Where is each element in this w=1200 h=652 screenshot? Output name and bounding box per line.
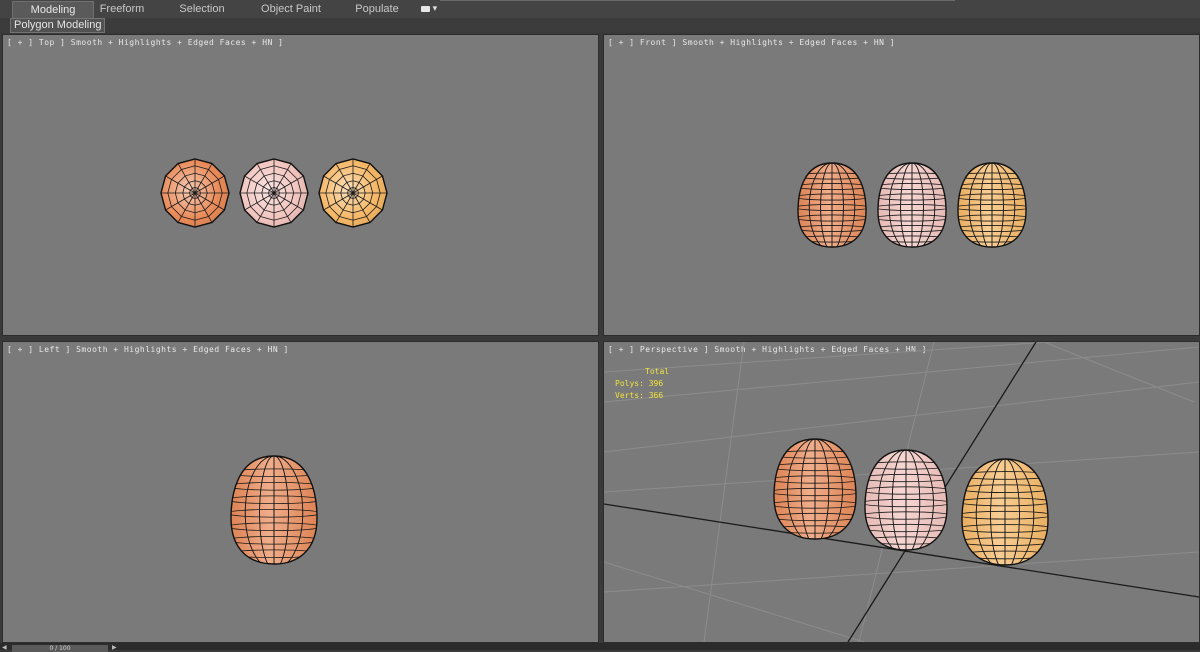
egg-yellow-top[interactable] bbox=[319, 159, 387, 227]
left-view-canvas bbox=[3, 342, 598, 642]
egg-orange-top[interactable] bbox=[161, 159, 229, 227]
egg-orange-persp[interactable] bbox=[770, 439, 860, 544]
egg-pink-persp[interactable] bbox=[861, 450, 951, 555]
ribbon-subbar: Polygon Modeling bbox=[0, 18, 1200, 32]
tab-freeform[interactable]: Freeform bbox=[92, 1, 152, 17]
egg-orange-left[interactable] bbox=[227, 456, 322, 569]
perspective-view-canvas bbox=[604, 342, 1199, 642]
egg-pink-top[interactable] bbox=[240, 159, 308, 227]
time-slider-track[interactable]: ◀ 0 / 100 ▶ bbox=[0, 643, 1200, 650]
top-view-canvas bbox=[3, 35, 598, 335]
egg-yellow-persp[interactable] bbox=[958, 459, 1053, 570]
stats-header: Total bbox=[615, 366, 669, 378]
viewport-left[interactable]: [ + ] Left ] Smooth + Highlights + Edged… bbox=[2, 341, 599, 643]
ribbon-bar: Modeling Freeform Selection Object Paint… bbox=[0, 0, 1200, 19]
viewport-top[interactable]: [ + ] Top ] Smooth + Highlights + Edged … bbox=[2, 34, 599, 336]
ribbon-divider bbox=[440, 0, 955, 1]
egg-orange-front[interactable] bbox=[795, 163, 870, 251]
tab-selection[interactable]: Selection bbox=[172, 1, 232, 17]
stats-polys: Polys: 396 bbox=[615, 378, 669, 390]
stats-verts: Verts: 366 bbox=[615, 390, 669, 402]
viewport-perspective[interactable]: [ + ] Perspective ] Smooth + Highlights … bbox=[603, 341, 1200, 643]
egg-yellow-front[interactable] bbox=[955, 163, 1030, 251]
front-view-canvas bbox=[604, 35, 1199, 335]
egg-pink-front[interactable] bbox=[875, 163, 950, 251]
tab-populate[interactable]: Populate bbox=[350, 1, 404, 17]
time-slider[interactable]: 0 / 100 bbox=[12, 645, 108, 652]
options-dropdown-icon[interactable]: ▾ bbox=[418, 2, 440, 16]
tab-modeling[interactable]: Modeling bbox=[12, 1, 94, 18]
scene-statistics: Total Polys: 396 Verts: 366 bbox=[615, 366, 669, 402]
viewport-front[interactable]: [ + ] Front ] Smooth + Highlights + Edge… bbox=[603, 34, 1200, 336]
tab-object-paint[interactable]: Object Paint bbox=[258, 1, 324, 17]
polygon-modeling-button[interactable]: Polygon Modeling bbox=[10, 18, 105, 33]
